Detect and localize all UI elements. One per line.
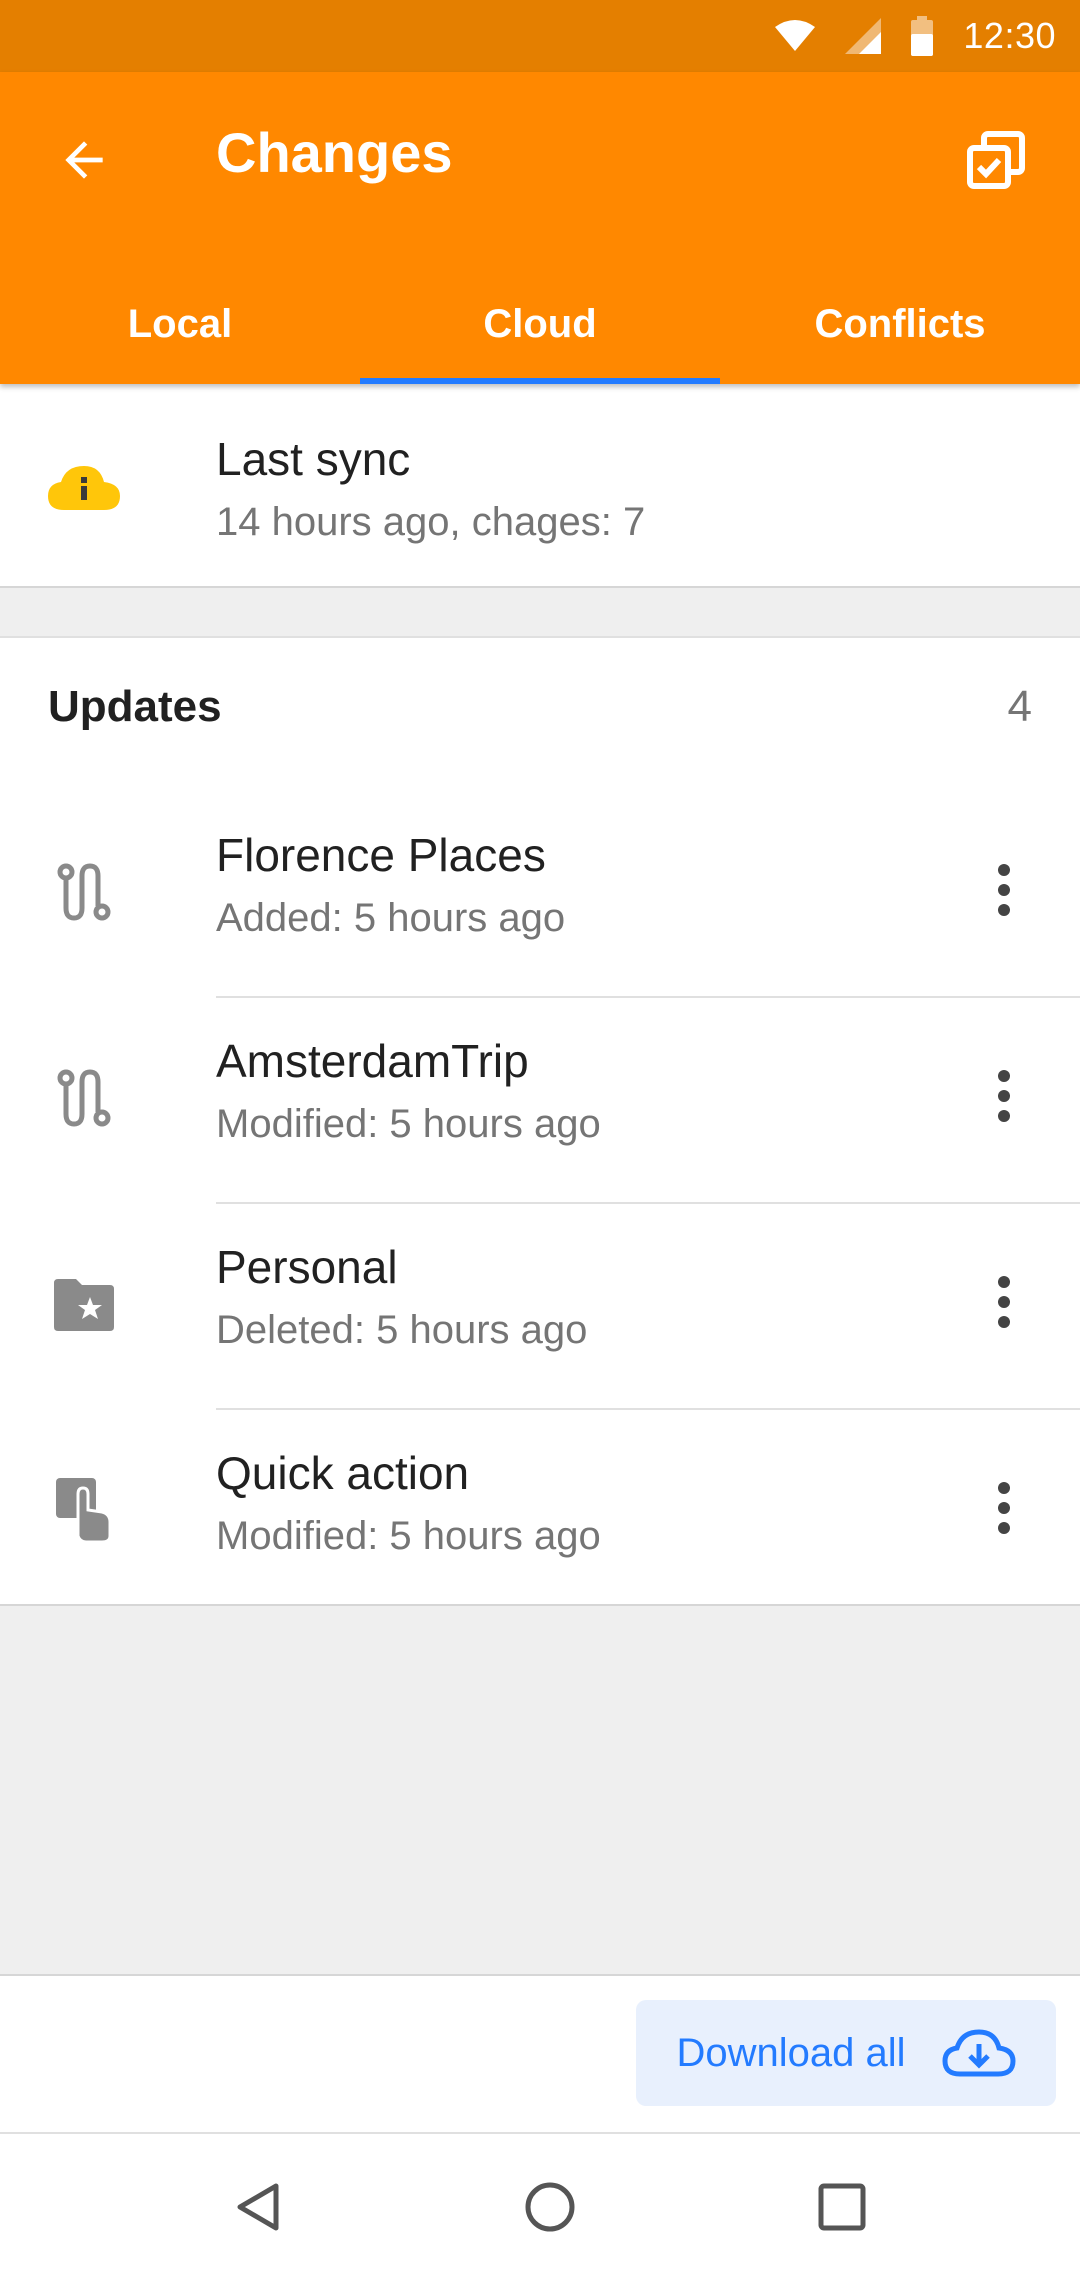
folder-star-icon [48,1268,120,1340]
route-icon [48,1062,120,1134]
tab-local[interactable]: Local [0,264,360,384]
app-bar: Changes Local Cloud Conflicts [0,72,1080,384]
list-item[interactable]: AmsterdamTrip Modified: 5 hours ago [0,998,1080,1204]
system-nav-bar [0,2134,1080,2280]
signal-icon [845,18,882,54]
download-all-label: Download all [676,2030,906,2075]
updates-count: 4 [1007,682,1032,731]
status-bar: 12:30 [0,0,1080,72]
bottom-action-bar: Download all [0,1974,1080,2134]
more-options-button[interactable] [968,1254,1040,1350]
download-all-button[interactable]: Download all [636,2000,1056,2106]
nav-back-button[interactable] [210,2159,306,2255]
item-name: Quick action [216,1447,470,1499]
item-meta: Modified: 5 hours ago [216,1102,601,1146]
touch-icon [48,1474,120,1546]
more-vert-icon [998,864,1010,916]
tab-conflicts[interactable]: Conflicts [720,264,1080,384]
nav-home-icon [525,2182,575,2232]
cloud-download-icon [942,2029,1016,2077]
list-item[interactable]: Personal Deleted: 5 hours ago [0,1204,1080,1410]
tab-bar: Local Cloud Conflicts [0,264,1080,384]
status-time: 12:30 [963,15,1056,56]
list-item[interactable]: Quick action Modified: 5 hours ago [0,1410,1080,1616]
nav-recents-button[interactable] [794,2159,890,2255]
last-sync-title: Last sync [216,433,411,485]
nav-recents-icon [818,2183,866,2231]
more-options-button[interactable] [968,842,1040,938]
select-all-icon [967,131,1025,189]
item-name: Florence Places [216,829,546,881]
select-all-button[interactable] [948,112,1044,208]
back-button[interactable] [36,112,132,208]
item-name: Personal [216,1241,398,1293]
more-vert-icon [998,1482,1010,1534]
item-meta: Added: 5 hours ago [216,896,566,940]
more-vert-icon [998,1276,1010,1328]
more-options-button[interactable] [968,1460,1040,1556]
item-meta: Deleted: 5 hours ago [216,1308,588,1352]
battery-icon [911,16,934,56]
wifi-icon [775,20,816,51]
item-name: AmsterdamTrip [216,1035,529,1087]
nav-home-button[interactable] [502,2159,598,2255]
cloud-info-icon [48,466,120,510]
updates-section: Updates 4 Florence Places Added: 5 hours… [0,636,1080,1606]
more-options-button[interactable] [968,1048,1040,1144]
route-icon [48,856,120,928]
more-vert-icon [998,1070,1010,1122]
page-title: Changes [216,121,453,184]
item-meta: Modified: 5 hours ago [216,1514,601,1558]
nav-back-icon [237,2183,279,2231]
last-sync-card: Last sync 14 hours ago, chages: 7 [0,384,1080,588]
arrow-left-icon [65,141,103,179]
last-sync-subtitle: 14 hours ago, chages: 7 [216,500,646,544]
tab-cloud[interactable]: Cloud [360,264,720,384]
updates-header: Updates [48,682,222,731]
list-item[interactable]: Florence Places Added: 5 hours ago [0,792,1080,998]
